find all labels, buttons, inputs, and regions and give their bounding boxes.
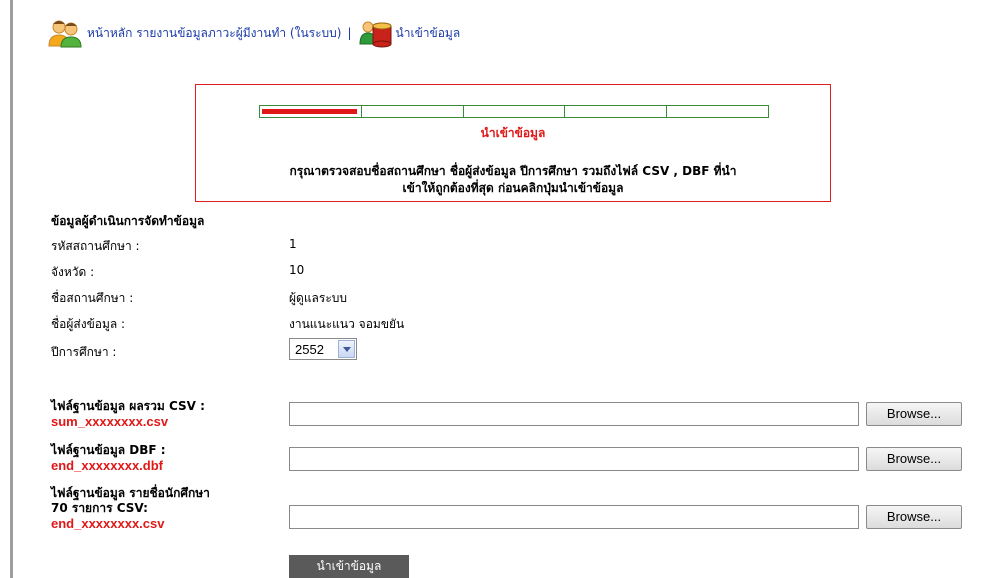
notice-text: กรุณาตรวจสอบชื่อสถานศึกษา ชื่อผู้ส่งข้อม… <box>202 163 824 197</box>
section-title: ข้อมูลผู้ดำเนินการจัดทำข้อมูล <box>51 214 205 228</box>
browse-button-dbf[interactable]: Browse... <box>866 447 962 471</box>
file-label-csv-sum: ไฟล์ฐานข้อมูล ผลรวม CSV : sum_xxxxxxxx.c… <box>51 399 205 429</box>
nav-separator: | <box>347 26 352 40</box>
progress-step-1 <box>260 106 362 117</box>
import-submit-button[interactable]: นำเข้าข้อมูล <box>289 555 409 578</box>
academic-year-label: ปีการศึกษา : <box>51 345 117 359</box>
progress-step-4 <box>565 106 668 117</box>
chevron-down-icon[interactable] <box>338 340 355 358</box>
notice-line-2: เข้าให้ถูกต้องที่สุด ก่อนคลิกปุ่มนำเข้าข… <box>402 181 624 195</box>
header-nav: หน้าหลัก รายงานข้อมูลภาวะผู้มีงานทำ (ในร… <box>47 18 461 48</box>
file-label-text: ไฟล์ฐานข้อมูล DBF : <box>51 443 166 457</box>
database-icon <box>358 18 394 48</box>
progress-step-5 <box>667 106 768 117</box>
users-icon <box>47 18 83 48</box>
school-name-value: ผู้ดูแลระบบ <box>289 291 348 305</box>
import-link[interactable]: นำเข้าข้อมูล <box>396 24 461 43</box>
academic-year-select[interactable]: 2552 <box>289 338 357 360</box>
home-link[interactable]: หน้าหลัก รายงานข้อมูลภาวะผู้มีงานทำ (ในร… <box>87 24 341 43</box>
school-code-value: 1 <box>289 237 297 251</box>
left-border-line <box>10 0 13 578</box>
notice-line-1: กรุณาตรวจสอบชื่อสถานศึกษา ชื่อผู้ส่งข้อม… <box>289 164 737 178</box>
file-input-dbf[interactable] <box>289 447 859 471</box>
progress-panel: นำเข้าข้อมูล กรุณาตรวจสอบชื่อสถานศึกษา ช… <box>195 84 831 202</box>
file-label-dbf: ไฟล์ฐานข้อมูล DBF : end_xxxxxxxx.dbf <box>51 443 166 473</box>
file-label-text: ไฟล์ฐานข้อมูล ผลรวม CSV : <box>51 399 205 413</box>
browse-button-csv-students[interactable]: Browse... <box>866 505 962 529</box>
file-name-hint: end_xxxxxxxx.dbf <box>51 458 164 473</box>
file-input-csv-sum[interactable] <box>289 402 859 426</box>
file-label-text-2: 70 รายการ CSV: <box>51 501 148 515</box>
progress-steps <box>259 105 769 118</box>
step-title: นำเข้าข้อมูล <box>480 126 546 140</box>
file-label-text: ไฟล์ฐานข้อมูล รายชื่อนักศึกษา <box>51 486 210 500</box>
province-label: จังหวัด : <box>51 265 95 279</box>
school-name-label: ชื่อสถานศึกษา : <box>51 291 134 305</box>
progress-step-2 <box>362 106 464 117</box>
sender-value: งานแนะแนว จอมขยัน <box>289 317 405 331</box>
file-name-hint: sum_xxxxxxxx.csv <box>51 414 169 429</box>
province-value: 10 <box>289 263 305 277</box>
progress-step-3 <box>464 106 566 117</box>
file-name-hint: end_xxxxxxxx.csv <box>51 516 165 531</box>
browse-button-csv-sum[interactable]: Browse... <box>866 402 962 426</box>
school-code-label: รหัสสถานศึกษา : <box>51 239 140 253</box>
file-input-csv-students[interactable] <box>289 505 859 529</box>
academic-year-value: 2552 <box>295 342 324 357</box>
file-label-csv-students: ไฟล์ฐานข้อมูล รายชื่อนักศึกษา 70 รายการ … <box>51 486 210 531</box>
sender-label: ชื่อผู้ส่งข้อมูล : <box>51 317 126 331</box>
